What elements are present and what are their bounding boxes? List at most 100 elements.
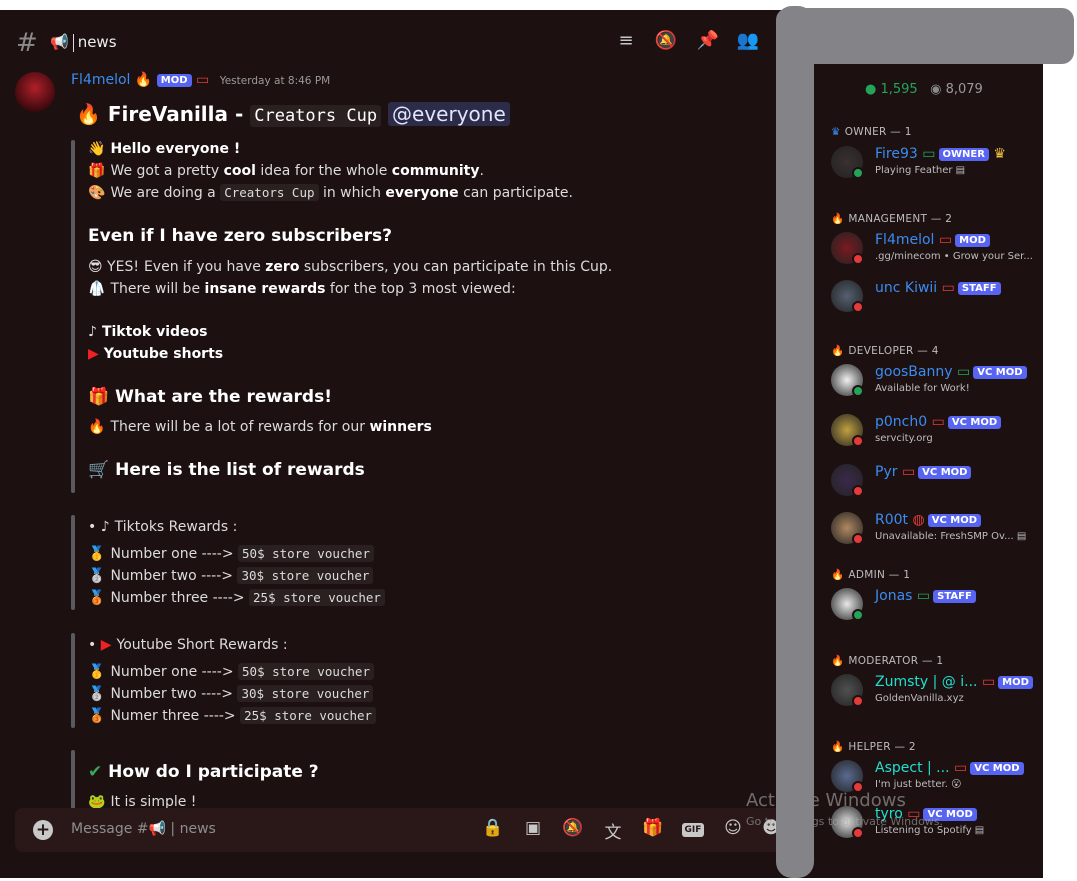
member-name-row: goosBanny ▭ VC MOD	[875, 364, 1027, 380]
role-badge: STAFF	[957, 281, 1001, 295]
member-status-text: Available for Work!	[875, 383, 970, 394]
member-name-row: Fire93 ▭ OWNER ♛	[875, 146, 1006, 162]
heading-text: How do I participate ?	[108, 762, 319, 782]
role-title: OWNER — 1	[844, 126, 912, 138]
add-attachment-icon[interactable]: +	[33, 820, 53, 840]
member-item[interactable]: unc Kiwii ▭ STAFF	[831, 280, 1043, 320]
members-icon[interactable]: 👥	[736, 30, 760, 54]
message-input[interactable]: Message #📢 | news	[71, 821, 216, 837]
member-item[interactable]: p0nch0 ▭ VC MOD servcity.org	[831, 414, 1043, 454]
translate-icon[interactable]: 文	[601, 818, 625, 843]
member-item[interactable]: Jonas ▭ STAFF	[831, 588, 1043, 628]
member-status-text: I'm just better. 😮	[875, 779, 962, 790]
member-name: Pyr	[875, 464, 898, 480]
line-emoji-icon: 🎁	[88, 163, 106, 179]
member-status-text: .gg/minecom • Grow your Ser...	[875, 251, 1033, 262]
member-name: Zumsty | @ i...	[875, 674, 978, 690]
heading-text: Even if I have zero subscribers?	[88, 226, 392, 246]
text-segment: Number three ---->	[110, 590, 250, 606]
member-item[interactable]: R00t ◍ VC MOD Unavailable: FreshSMP Ov... …	[831, 512, 1043, 552]
line-emoji-icon: ♪	[100, 519, 110, 535]
status-online-icon	[852, 609, 864, 621]
member-counts: ● 1,595 ◉ 8,079	[865, 82, 983, 97]
member-item[interactable]: Fl4melol ▭ MOD .gg/minecom • Grow your Ser…	[831, 232, 1043, 272]
role-badge: MOD	[156, 73, 192, 87]
message-line: 🔥 There will be a lot of rewards for our …	[88, 419, 432, 435]
message-composer[interactable]: + Message #📢 | news 🔒 ▣ 🔕 文 🎁 GIF ☺ ☻	[15, 808, 790, 852]
role-section-header: 🔥 MODERATOR — 1	[831, 654, 943, 667]
status-dnd-icon	[852, 253, 864, 265]
channel-hash-icon: #	[16, 28, 38, 58]
role-badge: MOD	[998, 675, 1033, 689]
member-name-row: p0nch0 ▭ VC MOD	[875, 414, 1002, 430]
mute-icon[interactable]: 🔕	[561, 818, 585, 842]
status-online-icon	[852, 167, 864, 179]
text-segment: can participate.	[458, 185, 573, 201]
author-avatar[interactable]	[15, 72, 55, 112]
redaction-scribble	[776, 6, 814, 878]
channel-name-text: news	[77, 33, 117, 51]
desktop-icon: ▭	[931, 414, 945, 430]
member-status-text: Playing Feather ▤	[875, 165, 966, 176]
member-item[interactable]: goosBanny ▭ VC MOD Available for Work!	[831, 364, 1043, 404]
member-name-row: R00t ◍ VC MOD	[875, 512, 982, 528]
quote-bar	[71, 633, 75, 728]
role-section-header: ♛ OWNER — 1	[831, 126, 912, 138]
crown-icon: ♛	[993, 146, 1006, 162]
text-segment: zero	[265, 259, 300, 275]
member-item[interactable]: Fire93 ▭ OWNER ♛ Playing Feather ▤	[831, 146, 1043, 186]
gif-icon[interactable]: GIF	[681, 823, 705, 837]
pin-icon[interactable]: 📌	[696, 30, 720, 54]
everyone-mention[interactable]: @everyone	[388, 102, 510, 126]
text-segment: There will be	[110, 281, 205, 297]
message-line: 🥉 Numer three ----> 25$ store voucher	[88, 707, 377, 724]
mute-bell-icon[interactable]: 🔕	[654, 30, 678, 54]
member-item[interactable]: Zumsty | @ i... ▭ MOD GoldenVanilla.xyz	[831, 674, 1043, 714]
line-emoji-icon: 🥈	[88, 686, 106, 702]
text-segment: Tiktok videos	[101, 324, 208, 340]
activate-windows-watermark: Activate Windows	[746, 790, 906, 811]
timestamp: Yesterday at 8:46 PM	[219, 75, 331, 87]
member-name: Fl4melol	[875, 232, 935, 248]
message-line: 🥼 There will be insane rewards for the to…	[88, 281, 516, 297]
desktop-icon: ▭	[941, 280, 955, 296]
member-item[interactable]: Pyr ▭ VC MOD	[831, 464, 1043, 504]
text-segment: for the top 3 most viewed:	[325, 281, 516, 297]
line-emoji-icon: 🥉	[88, 708, 106, 724]
text-segment: Number two ---->	[110, 686, 238, 702]
message-line: 👋 Hello everyone !	[88, 141, 240, 157]
role-badge: VC MOD	[927, 513, 982, 527]
author-name[interactable]: Fl4melol	[71, 72, 130, 88]
calendar-icon[interactable]: ▣	[521, 818, 545, 842]
desktop-icon: ▭	[956, 364, 971, 380]
discord-window: # 📢 news ≡ 🔕 📌 👥 Fl4melol 🔥 MOD ▭ Yesterd…	[0, 10, 1043, 878]
lock-icon[interactable]: 🔒	[481, 818, 505, 842]
heading-text: What are the rewards!	[115, 387, 332, 407]
heading-emoji-icon: 🛒	[88, 460, 116, 480]
role-badge: VC MOD	[973, 365, 1027, 379]
role-icon: 🔥	[831, 655, 845, 667]
gift-icon[interactable]: 🎁	[641, 818, 665, 842]
bullet: •	[88, 519, 101, 535]
member-status-text: servcity.org	[875, 433, 933, 444]
title-code: Creators Cup	[250, 105, 382, 127]
threads-icon[interactable]: ≡	[614, 30, 638, 54]
role-title: ADMIN — 1	[848, 569, 911, 581]
inline-code: Creators Cup	[220, 184, 319, 201]
text-segment: Tiktoks Rewards :	[114, 519, 238, 535]
message-line: • ♪ Tiktoks Rewards :	[88, 519, 237, 535]
member-name-row: Jonas ▭ STAFF	[875, 588, 976, 604]
text-segment: winners	[369, 419, 432, 435]
role-title: HELPER — 2	[848, 741, 916, 753]
member-name-row: Fl4melol ▭ MOD	[875, 232, 990, 248]
message-title: 🔥 FireVanilla - Creators Cup @everyone	[76, 102, 510, 127]
globe-icon: ◍	[912, 512, 925, 528]
flame-icon: 🔥	[134, 72, 153, 88]
member-name-row: Aspect | ... ▭ VC MOD	[875, 760, 1024, 776]
line-emoji-icon: 🥈	[88, 568, 106, 584]
sticker-icon[interactable]: ☺	[721, 818, 745, 842]
inline-code: 30$ store voucher	[237, 567, 374, 584]
member-name-row: unc Kiwii ▭ STAFF	[875, 280, 1001, 296]
text-segment: Number one ---->	[110, 546, 239, 562]
online-count: 1,595	[880, 82, 918, 97]
